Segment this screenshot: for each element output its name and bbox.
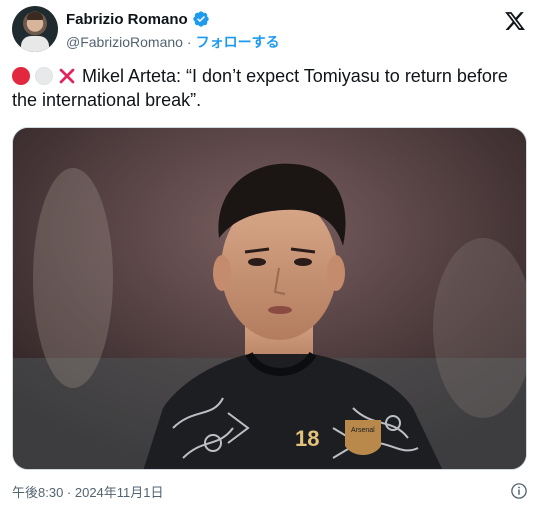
avatar[interactable] bbox=[12, 6, 58, 52]
handle[interactable]: @FabrizioRomano bbox=[66, 34, 183, 50]
white-circle-emoji-icon bbox=[35, 67, 53, 85]
tweet-body: Mikel Arteta: “I don’t expect Tomiyasu t… bbox=[12, 66, 508, 110]
tweet-header: Fabrizio Romano @FabrizioRomano · フォローする bbox=[12, 6, 528, 54]
red-circle-emoji-icon bbox=[12, 67, 30, 85]
separator-dot: · bbox=[186, 34, 192, 50]
display-name[interactable]: Fabrizio Romano bbox=[66, 11, 188, 28]
tweet-text: Mikel Arteta: “I don’t expect Tomiyasu t… bbox=[12, 64, 528, 112]
tweet-photo[interactable]: 18 Arsenal bbox=[12, 127, 527, 470]
verified-badge-icon bbox=[192, 11, 209, 27]
crest-label: Arsenal bbox=[351, 427, 375, 434]
timestamp[interactable]: 午後8:30 · 2024年11月1日 bbox=[12, 482, 164, 501]
info-icon[interactable] bbox=[510, 482, 528, 500]
cross-mark-emoji-icon bbox=[59, 68, 75, 84]
player-photo-illustration: 18 Arsenal bbox=[13, 128, 526, 469]
tweet-footer: 午後8:30 · 2024年11月1日 bbox=[12, 481, 528, 501]
x-logo-icon[interactable] bbox=[504, 10, 526, 32]
jersey-number: 18 bbox=[295, 426, 319, 451]
handle-row: @FabrizioRomano · フォローする bbox=[66, 32, 280, 52]
follow-button[interactable]: フォローする bbox=[196, 32, 280, 52]
name-row: Fabrizio Romano bbox=[66, 10, 210, 28]
